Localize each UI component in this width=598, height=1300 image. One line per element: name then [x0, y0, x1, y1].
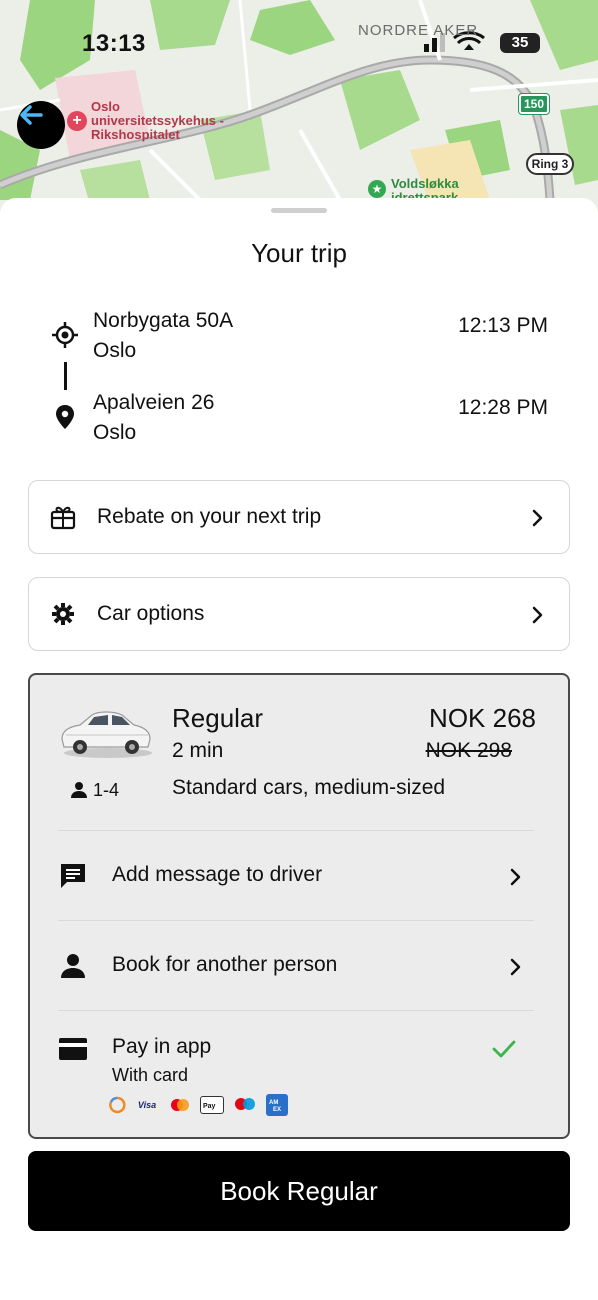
ride-old-price: NOK 298: [425, 739, 512, 762]
dropoff-city: Oslo: [93, 421, 137, 444]
add-message-button[interactable]: Add message to driver: [30, 831, 568, 919]
dropoff-pin-icon: [56, 405, 74, 429]
pay-method-title[interactable]: Pay in app: [112, 1035, 211, 1059]
status-time: 13:13: [82, 30, 146, 57]
book-for-another-button[interactable]: Book for another person: [30, 921, 568, 1009]
apple-pay-icon: Pay: [203, 1103, 216, 1110]
ride-description: Standard cars, medium-sized: [172, 776, 446, 799]
car-image: [61, 711, 152, 758]
message-icon: [61, 864, 85, 888]
maestro-logo-icon: [235, 1098, 255, 1110]
book-for-another-label: Book for another person: [112, 953, 338, 976]
hospital-icon: +: [67, 111, 87, 131]
battery-indicator: 35: [500, 33, 540, 53]
map-area-label: NORDRE AKER: [358, 22, 479, 39]
road-badge-ring: Ring 3: [526, 153, 574, 175]
car-options-button[interactable]: Car options: [28, 577, 570, 651]
hospital-label-2: universitetssykehus -: [91, 113, 224, 128]
car-options-label: Car options: [97, 602, 205, 625]
amex-logo: AM EX: [266, 1094, 288, 1116]
person-icon: [61, 954, 85, 978]
chevron-right-icon: [510, 868, 521, 886]
page-title: Your trip: [251, 238, 347, 268]
chevron-right-icon: [532, 606, 543, 624]
pay-method-subtitle: With card: [112, 1065, 189, 1085]
ride-option-card[interactable]: Regular 2 min NOK 268 NOK 298 1-4 Standa…: [28, 673, 570, 1139]
ride-name: Regular: [172, 703, 264, 733]
pickup-street: Norbygata 50A: [93, 309, 234, 332]
hospital-label-3: Rikshospitalet: [91, 127, 180, 142]
dropoff-street: Apalveien 26: [93, 391, 215, 414]
rebate-button[interactable]: Rebate on your next trip: [28, 480, 570, 554]
ride-price: NOK 268: [429, 703, 536, 733]
pickup-time: 12:13 PM: [458, 314, 548, 337]
card-logos: Visa Pay AM EX: [108, 1094, 288, 1116]
trip-sheet: Your trip Norbygata 50A Oslo 12:13 PM Ap…: [0, 198, 598, 1300]
pickup-city: Oslo: [93, 339, 137, 362]
rebate-label: Rebate on your next trip: [97, 505, 322, 528]
ride-eta: 2 min: [172, 739, 224, 762]
pickup-target-icon: [52, 322, 78, 348]
map-view[interactable]: 13:13 35 NORDRE AKER + Oslo universitets…: [0, 0, 598, 230]
hospital-label-1: Oslo: [91, 99, 120, 114]
route-connector: [64, 362, 67, 390]
chevron-right-icon: [510, 958, 521, 976]
credit-card-icon: [59, 1038, 87, 1060]
gift-icon: [50, 506, 76, 530]
divider: [58, 1010, 534, 1011]
check-icon: [492, 1040, 516, 1058]
sheet-grabber[interactable]: [271, 208, 327, 213]
park-icon: ★: [368, 180, 386, 198]
vipps-logo-icon: [109, 1096, 126, 1114]
amex-icon: AM EX: [269, 1100, 281, 1113]
apple-pay-logo: Pay: [200, 1096, 224, 1114]
mastercard-logo-icon: [171, 1099, 189, 1111]
svg-text:Pay: Pay: [203, 1103, 216, 1110]
gear-icon: [52, 603, 74, 625]
book-button[interactable]: Book Regular: [28, 1151, 570, 1231]
arrow-left-icon: [20, 105, 43, 125]
dropoff-time: 12:28 PM: [458, 396, 548, 419]
park-label-1: Voldsløkka: [391, 176, 459, 191]
svg-text:EX: EX: [273, 1107, 281, 1113]
add-message-label: Add message to driver: [112, 863, 323, 886]
svg-text:AM: AM: [269, 1100, 278, 1106]
chevron-right-icon: [532, 509, 543, 527]
seat-capacity: 1-4: [93, 780, 120, 800]
person-icon: [71, 782, 87, 798]
visa-logo: Visa: [137, 1100, 157, 1110]
back-button[interactable]: [17, 101, 65, 149]
road-badge-150: 150: [518, 93, 550, 115]
